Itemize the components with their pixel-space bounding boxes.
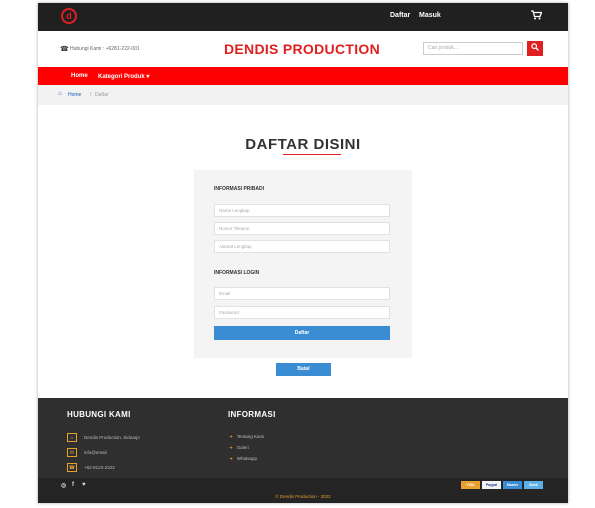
password-field[interactable]: Password <box>214 306 390 319</box>
masuk-link[interactable]: Masuk <box>419 12 441 19</box>
title-underline <box>283 154 341 155</box>
arrow-right-icon: ➜ <box>229 445 233 450</box>
nav-kategori-produk[interactable]: Kategori Produk ▾ <box>98 73 149 80</box>
contact-phone-text: Hubungi Kami : +6281-222-001 <box>70 46 140 52</box>
address-field[interactable]: Alamat Lengkap <box>214 240 390 253</box>
main-nav: Home Kategori Produk ▾ <box>38 67 568 85</box>
contact-email[interactable]: info@email <box>84 450 107 455</box>
site-header: ☎ Hubungi Kami : +6281-222-001 DENDIS PR… <box>38 31 568 67</box>
phone-icon: ☎ <box>60 46 69 53</box>
phone-icon: ☎ <box>67 463 77 472</box>
contact-address: Dendis Production, Sidoarjo <box>84 435 140 440</box>
paypal-icon: Paypal <box>482 481 501 489</box>
bottom-bar: ◎ f ♥ VISA Paypal Master Bank © Dendis P… <box>38 478 568 503</box>
footer-link-tentang-kami[interactable]: ➜ Tentang Kami <box>229 434 264 440</box>
cancel-button[interactable]: Batal <box>276 363 331 376</box>
register-button[interactable]: Daftar <box>214 326 390 340</box>
top-bar: d Daftar Masuk <box>38 3 568 31</box>
contact-phone: +62-8123-2323 <box>84 465 115 470</box>
section-personal-info: INFORMASI PRIBADI <box>214 186 264 192</box>
page-frame: d Daftar Masuk ☎ Hubungi Kami : +6281-22… <box>38 3 568 503</box>
full-name-field[interactable]: Nama Lengkap <box>214 204 390 217</box>
site-footer: HUBUNGI KAMI INFORMASI ⌂ Dendis Producti… <box>38 398 568 478</box>
arrow-right-icon: ➜ <box>229 456 233 461</box>
search-input[interactable]: Cari produk... <box>423 42 523 55</box>
phone-field[interactable]: Nomor Telepon <box>214 222 390 235</box>
breadcrumb-current: Daftar <box>95 92 109 98</box>
footer-info-heading: INFORMASI <box>228 410 276 419</box>
footer-link-whatsapp[interactable]: ➜ Whatsapp <box>229 456 257 462</box>
register-form: INFORMASI PRIBADI Nama Lengkap Nomor Tel… <box>194 170 412 358</box>
daftar-link[interactable]: Daftar <box>390 12 410 19</box>
breadcrumb-home[interactable]: Home <box>68 92 81 98</box>
page-title: DAFTAR DISINI <box>245 136 361 153</box>
footer-contact-heading: HUBUNGI KAMI <box>67 410 131 419</box>
arrow-right-icon: ➜ <box>229 434 233 439</box>
home-icon: ⌂ <box>58 91 62 97</box>
chevron-down-icon: ▾ <box>144 74 150 80</box>
cart-icon[interactable] <box>531 10 543 23</box>
twitter-icon[interactable]: ♥ <box>82 482 86 488</box>
location-icon: ⌂ <box>67 433 77 442</box>
nav-home[interactable]: Home <box>71 73 88 79</box>
breadcrumb-separator: / <box>90 92 92 98</box>
search-icon <box>531 43 539 53</box>
brand-title[interactable]: DENDIS PRODUCTION <box>224 41 380 57</box>
section-login-info: INFORMASI LOGIN <box>214 270 260 276</box>
copyright-text: © Dendis Production - 2022 <box>275 494 331 499</box>
facebook-icon[interactable]: f <box>72 482 74 488</box>
bank-card-icon: Bank <box>524 481 543 489</box>
footer-link-galeri[interactable]: ➜ Galeri <box>229 445 249 451</box>
mastercard-icon: Master <box>503 481 522 489</box>
instagram-icon[interactable]: ◎ <box>61 482 66 489</box>
search-button[interactable] <box>527 41 543 56</box>
site-logo[interactable]: d <box>61 8 77 24</box>
breadcrumb: ⌂ Home / Daftar <box>38 85 568 105</box>
visa-icon: VISA <box>461 481 480 489</box>
mail-icon: ✉ <box>67 448 77 457</box>
email-field[interactable]: Email <box>214 287 390 300</box>
